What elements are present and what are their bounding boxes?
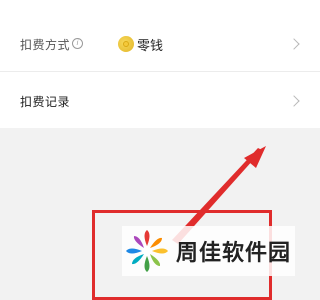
pinwheel-logo-icon: [126, 230, 168, 272]
watermark: 周佳软件园: [122, 226, 296, 276]
watermark-text: 周佳软件园: [176, 241, 292, 266]
